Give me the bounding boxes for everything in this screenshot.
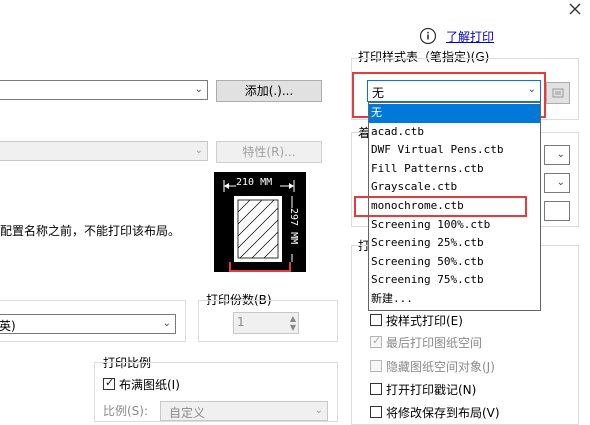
last-paperspace-label: 最后打印图纸空间: [386, 336, 483, 350]
printer-combo[interactable]: ⌄: [0, 80, 208, 100]
chevron-down-icon: ⌄: [556, 177, 565, 188]
chevron-down-icon: ⌄: [556, 149, 565, 160]
left-combo[interactable]: 英) ⌄: [0, 314, 176, 334]
print-styles-checkbox[interactable]: [370, 314, 382, 326]
check-icon: ✓: [105, 376, 115, 389]
properties-button: 特性(R)...: [216, 141, 322, 163]
paper-preview: 210 MM 297 MM: [214, 172, 306, 272]
close-icon[interactable]: [568, 2, 582, 19]
print-styles-label: 按样式打印(E): [386, 314, 463, 328]
warning-text: 配置名称之前，不能打印该布局。: [0, 224, 181, 238]
edit-icon: [551, 86, 565, 106]
shade-combo-2[interactable]: ⌄: [544, 173, 570, 193]
chevron-down-icon: ⌄: [194, 145, 203, 156]
dropdown-option[interactable]: acad.ctb: [369, 123, 540, 142]
shade-input[interactable]: [544, 201, 570, 221]
dropdown-option[interactable]: Screening 75%.ctb: [369, 271, 540, 290]
dropdown-option[interactable]: Grayscale.ctb: [369, 178, 540, 197]
dropdown-option[interactable]: Fill Patterns.ctb: [369, 160, 540, 179]
dropdown-option[interactable]: Screening 50%.ctb: [369, 253, 540, 272]
dropdown-option[interactable]: DWF Virtual Pens.ctb: [369, 141, 540, 160]
shade-combo-1[interactable]: ⌄: [544, 145, 570, 165]
add-button[interactable]: 添加(.)...: [216, 80, 322, 102]
dropdown-option[interactable]: Screening 25%.ctb: [369, 234, 540, 253]
save-layout-label: 将修改保存到布局(V): [386, 406, 500, 420]
dropdown-option[interactable]: Screening 100%.ctb: [369, 216, 540, 235]
fit-paper-label: 布满图纸(I): [119, 378, 180, 392]
stamp-checkbox[interactable]: [370, 383, 382, 395]
paper-height-label: 297 MM: [288, 208, 299, 245]
save-layout-checkbox[interactable]: [370, 406, 382, 418]
chevron-down-icon: ⌄: [162, 318, 171, 329]
last-paperspace-checkbox: ✓: [370, 334, 382, 348]
check-icon: ✓: [372, 334, 382, 347]
paper-combo: ⌄: [0, 141, 208, 161]
info-icon: [419, 27, 437, 48]
ratio-label: 比例(S):: [103, 404, 149, 418]
red-highlight-paper-edge: [229, 262, 291, 272]
hide-paperspace-checkbox: [370, 360, 382, 372]
chevron-down-icon: ⌄: [194, 84, 203, 95]
dropdown-option-none[interactable]: 无: [369, 104, 540, 123]
hide-paperspace-label: 隐藏图纸空间对象(J): [386, 360, 495, 374]
chevron-down-icon: ⌄: [314, 405, 323, 416]
red-highlight-monochrome: [354, 196, 527, 217]
ratio-value: 自定义: [169, 406, 206, 420]
copies-value: 1: [237, 315, 245, 329]
copies-input: 1 ▲ ▼: [233, 312, 299, 334]
ratio-combo: 自定义 ⌄: [160, 401, 328, 421]
edit-style-button[interactable]: [546, 82, 570, 104]
spinner-icon: ▲ ▼: [289, 314, 296, 332]
help-link[interactable]: 了解打印: [446, 28, 494, 45]
left-combo-value: 英): [0, 319, 16, 333]
stamp-label: 打开打印戳记(N): [386, 383, 477, 397]
fit-paper-checkbox[interactable]: ✓: [103, 376, 115, 390]
dropdown-option-new[interactable]: 新建...: [369, 290, 540, 309]
